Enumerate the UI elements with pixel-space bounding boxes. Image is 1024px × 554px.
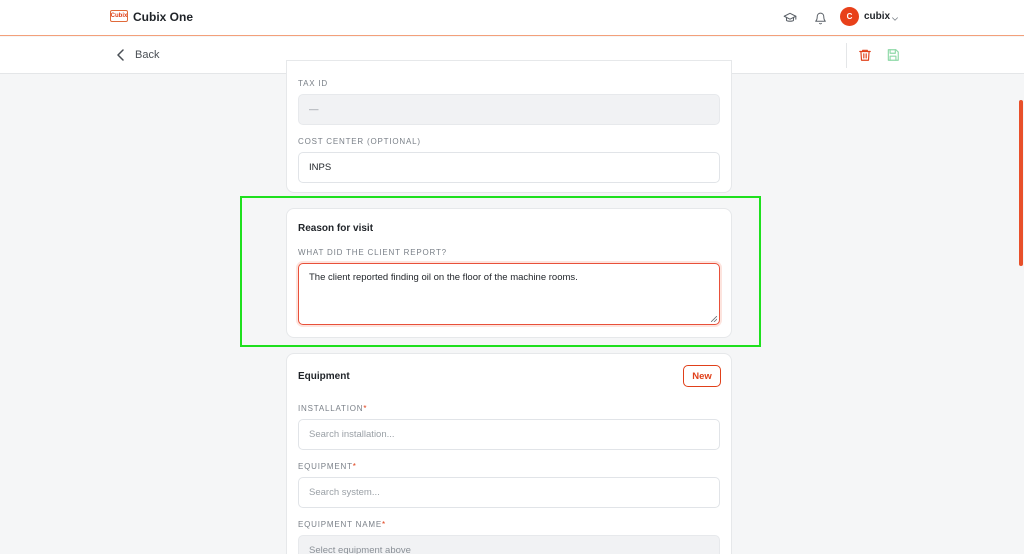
new-equipment-button[interactable]: New bbox=[683, 365, 721, 387]
graduation-cap-icon[interactable] bbox=[781, 9, 799, 27]
installation-search-input[interactable]: Search installation... bbox=[298, 419, 720, 450]
equipment-name-label: EQUIPMENT NAME* bbox=[298, 520, 386, 529]
equipment-name-placeholder: Select equipment above bbox=[309, 545, 411, 554]
new-button-label: New bbox=[692, 370, 712, 382]
tax-id-field: — bbox=[298, 94, 720, 125]
save-icon[interactable] bbox=[885, 47, 901, 63]
cost-center-field[interactable]: INPS bbox=[298, 152, 720, 183]
bell-icon[interactable] bbox=[811, 9, 829, 27]
highlight-box bbox=[240, 196, 761, 347]
toolbar-divider bbox=[846, 43, 847, 68]
equipment-placeholder: Search system... bbox=[309, 487, 380, 498]
equipment-name-field: Select equipment above bbox=[298, 535, 720, 554]
avatar[interactable]: C bbox=[840, 7, 859, 26]
user-name[interactable]: cubix bbox=[864, 11, 890, 22]
chevron-left-icon bbox=[117, 49, 124, 61]
trash-icon[interactable] bbox=[857, 47, 873, 63]
equipment-label: EQUIPMENT* bbox=[298, 462, 357, 471]
installation-label-text: INSTALLATION bbox=[298, 404, 364, 413]
app-title[interactable]: Cubix One bbox=[133, 10, 193, 24]
scrollbar-thumb[interactable] bbox=[1019, 100, 1023, 266]
tax-id-value: — bbox=[309, 104, 319, 115]
required-mark: * bbox=[363, 404, 368, 413]
tax-id-label: TAX ID bbox=[298, 79, 328, 88]
required-mark: * bbox=[381, 520, 386, 529]
chevron-down-icon[interactable] bbox=[890, 11, 902, 23]
equipment-card: Equipment New INSTALLATION* Search insta… bbox=[286, 353, 732, 554]
logo-text: Cubix bbox=[110, 13, 128, 19]
equipment-search-input[interactable]: Search system... bbox=[298, 477, 720, 508]
installation-label: INSTALLATION* bbox=[298, 404, 367, 413]
back-label: Back bbox=[135, 49, 160, 61]
back-button[interactable]: Back bbox=[116, 46, 159, 64]
cost-center-value: INPS bbox=[309, 162, 332, 173]
required-mark: * bbox=[352, 462, 357, 471]
equipment-name-label-text: EQUIPMENT NAME bbox=[298, 520, 382, 529]
customer-card: TAX ID — COST CENTER (OPTIONAL) INPS bbox=[286, 60, 732, 193]
equipment-card-title: Equipment bbox=[298, 371, 350, 382]
avatar-initial: C bbox=[846, 12, 853, 21]
cost-center-label: COST CENTER (OPTIONAL) bbox=[298, 137, 421, 146]
equipment-label-text: EQUIPMENT bbox=[298, 462, 353, 471]
top-bar: Cubix Cubix One C cubix bbox=[0, 0, 1024, 36]
app-logo[interactable]: Cubix bbox=[110, 10, 128, 22]
installation-placeholder: Search installation... bbox=[309, 429, 395, 440]
